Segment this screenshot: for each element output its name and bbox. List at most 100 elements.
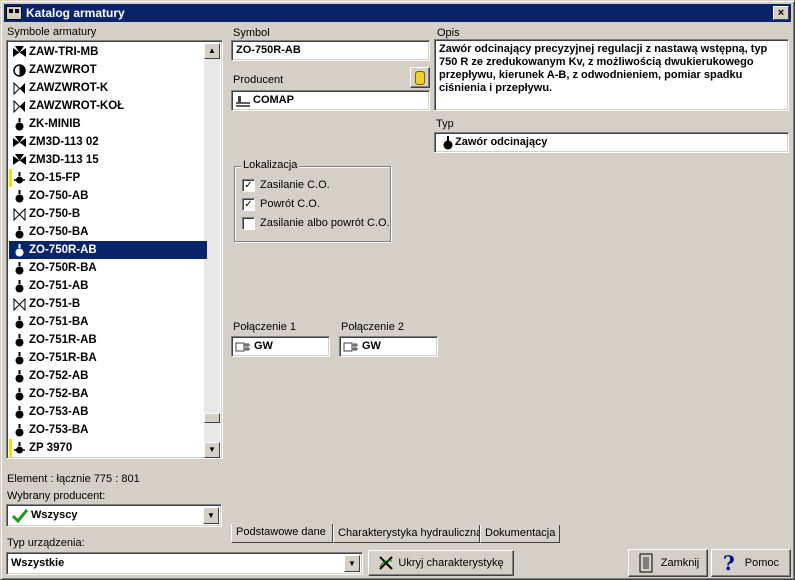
tab-basic-data[interactable]: Podstawowe dane <box>231 524 333 543</box>
list-item-label: ZO-753-AB <box>29 406 89 418</box>
shutoff-valve-icon <box>13 424 26 437</box>
thread-connection-icon <box>235 342 250 352</box>
valve-three-way-icon <box>13 136 26 149</box>
list-item[interactable]: ZO-753-AB <box>9 403 207 421</box>
list-item[interactable]: ZAWZWROT-K <box>9 79 207 97</box>
type-label: Typ <box>436 118 454 130</box>
tab-documentation[interactable]: Dokumentacja <box>480 525 560 543</box>
producer-filter-value: Wszyscy <box>31 509 78 521</box>
description-label: Opis <box>437 27 460 39</box>
list-item-label: ZO-751R-BA <box>29 352 97 364</box>
list-item-label: ZP 3970 <box>29 442 73 454</box>
list-item-label: ZO-752-BA <box>29 388 89 400</box>
list-item[interactable]: ZO-751R-AB <box>9 331 207 349</box>
symbol-list-label: Symbole armatury <box>7 26 97 38</box>
hide-characteristic-button[interactable]: Ukryj charakterystykę <box>368 550 514 576</box>
list-item[interactable]: ZO-750R-BA <box>9 259 207 277</box>
location-supply-checkbox[interactable]: ✓ Zasilanie C.O. <box>242 177 330 193</box>
list-item-label: ZO-750-B <box>29 208 81 220</box>
description-field[interactable]: Zawór odcinający precyzyjnej regulacji z… <box>434 39 789 111</box>
chevron-down-icon[interactable]: ▼ <box>203 507 219 524</box>
list-item[interactable]: ZO-750-AB <box>9 187 207 205</box>
list-item-label: ZO-750R-BA <box>29 262 97 274</box>
list-item-label: ZO-752-AB <box>29 370 89 382</box>
location-supply-label: Zasilanie C.O. <box>260 179 330 191</box>
list-item[interactable]: ZO-750R-AB <box>9 241 207 259</box>
shutoff-valve-icon <box>443 136 453 150</box>
list-item[interactable]: ZO-753-BA <box>9 421 207 439</box>
app-icon <box>6 6 22 20</box>
tab-hydraulic[interactable]: Charakterystyka hydrauliczna <box>333 525 482 543</box>
chevron-down-icon[interactable]: ▼ <box>344 555 360 572</box>
help-button-label: Pomoc <box>744 557 779 569</box>
hide-characteristic-label: Ukryj charakterystykę <box>398 557 504 569</box>
close-button[interactable]: Zamknij <box>628 549 708 577</box>
check-valve-round-icon <box>13 64 26 77</box>
list-item[interactable]: ZAW-TRI-MB <box>9 43 207 61</box>
close-button-label: Zamknij <box>660 557 700 569</box>
list-item[interactable]: ZAWZWROT <box>9 61 207 79</box>
info-icon <box>415 70 425 85</box>
location-return-checkbox[interactable]: ✓ Powrót C.O. <box>242 196 320 212</box>
list-item[interactable]: ZO-750-BA <box>9 223 207 241</box>
device-type-select[interactable]: Wszystkie ▼ <box>6 552 363 575</box>
producer-filter-label: Wybrany producent: <box>7 490 106 502</box>
symbol-value: ZO-750R-AB <box>236 44 301 56</box>
symbol-field[interactable]: ZO-750R-AB <box>231 40 430 61</box>
chart-hide-icon <box>379 556 394 570</box>
producer-info-button[interactable] <box>410 67 430 88</box>
list-item[interactable]: ZO-15-FP <box>9 169 207 187</box>
shutoff-valve-icon <box>13 190 26 203</box>
checkbox-box[interactable]: ✓ <box>242 178 255 192</box>
list-item-label: ZM3D-113 02 <box>29 136 99 148</box>
list-item-label: ZAWZWROT-K <box>29 82 109 94</box>
list-item-label: ZO-15-FP <box>29 172 81 184</box>
list-item-label: ZO-750R-AB <box>29 244 97 256</box>
list-item-label: ZO-750-BA <box>29 226 89 238</box>
checkmark-icon <box>12 509 28 523</box>
valve-three-way-icon <box>13 154 26 167</box>
location-return-label: Powrót C.O. <box>260 198 320 210</box>
producer-field[interactable]: COMAP <box>231 90 430 111</box>
list-item[interactable]: ZO-752-BA <box>9 385 207 403</box>
list-item[interactable]: ZO-751-BA <box>9 313 207 331</box>
symbol-label: Symbol <box>233 27 270 39</box>
check-valve-bowtie-icon <box>13 81 26 96</box>
shutoff-valve-icon <box>13 226 26 239</box>
type-field[interactable]: Zawór odcinający <box>434 132 789 153</box>
list-item-label: ZAWZWROT-KOŁ <box>29 100 125 112</box>
list-item[interactable]: ZO-750-B <box>9 205 207 223</box>
list-item[interactable]: ZO-752-AB <box>9 367 207 385</box>
list-item-label: ZAWZWROT <box>29 64 97 76</box>
type-value: Zawór odcinający <box>455 136 548 148</box>
device-type-label: Typ urządzenia: <box>7 537 85 549</box>
list-item-label: ZO-751-BA <box>29 316 89 328</box>
list-item[interactable]: ZO-751R-BA <box>9 349 207 367</box>
checkbox-box[interactable] <box>242 216 255 230</box>
list-item[interactable]: ZK-MINIB <box>9 115 207 133</box>
description-value: Zawór odcinający precyzyjnej regulacji z… <box>439 43 768 94</box>
shutoff-valve-icon <box>13 118 26 131</box>
list-item[interactable]: ZM3D-113 15 <box>9 151 207 169</box>
list-item[interactable]: ZM3D-113 02 <box>9 133 207 151</box>
checkbox-box[interactable]: ✓ <box>242 197 255 211</box>
gate-valve-icon <box>13 207 26 222</box>
connection2-field[interactable]: GW <box>339 336 438 357</box>
shutoff-valve-icon <box>13 352 26 365</box>
list-item-label: ZO-750-AB <box>29 190 89 202</box>
device-type-value: Wszystkie <box>11 557 65 569</box>
symbol-list[interactable]: ▲ ▼ ZAW-TRI-MB ZAWZWROT ZAWZWROT-K ZAWZWROT… <box>6 40 223 459</box>
check-valve-bowtie-icon <box>13 99 26 114</box>
close-window-button[interactable]: × <box>773 6 789 20</box>
connection1-field[interactable]: GW <box>231 336 330 357</box>
producer-filter-select[interactable]: Wszyscy ▼ <box>6 504 222 527</box>
list-item[interactable]: ZP 3970 <box>9 439 207 457</box>
flow-valve-marked-icon <box>9 439 26 457</box>
list-item[interactable]: ZAWZWROT-KOŁ <box>9 97 207 115</box>
list-item[interactable]: ZO-751-AB <box>9 277 207 295</box>
window-title: Katalog armatury <box>26 6 125 20</box>
location-either-checkbox[interactable]: Zasilanie albo powrót C.O. <box>242 215 390 231</box>
list-item[interactable]: ZO-751-B <box>9 295 207 313</box>
help-button[interactable]: ? Pomoc <box>711 549 791 577</box>
exit-door-icon <box>639 553 653 573</box>
